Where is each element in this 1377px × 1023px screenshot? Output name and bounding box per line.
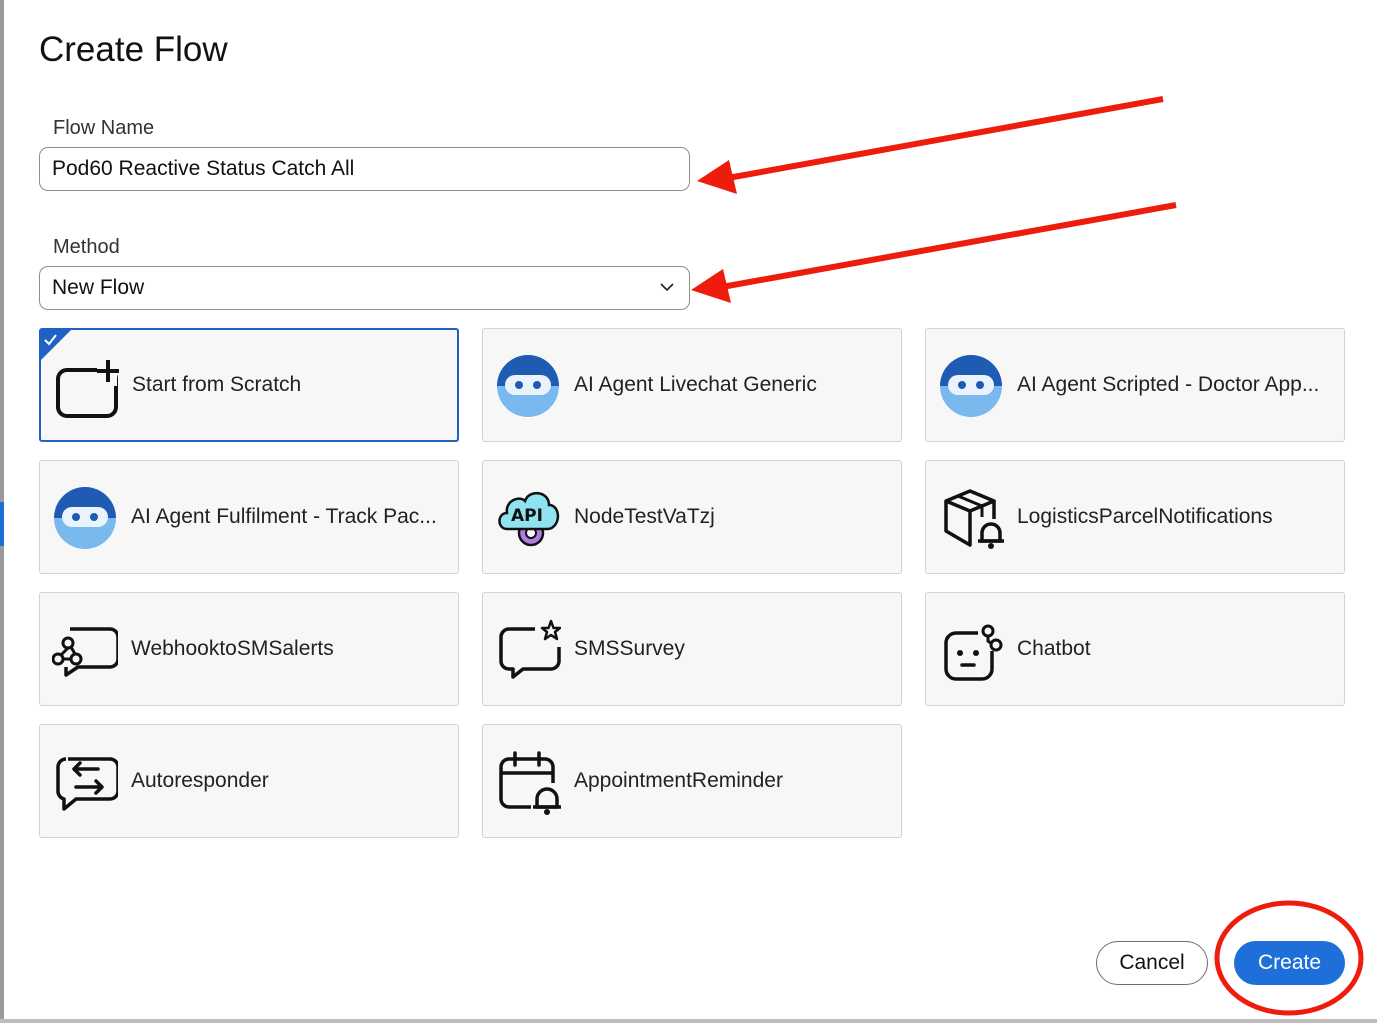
- template-card-autoresponder[interactable]: Autoresponder: [39, 724, 459, 838]
- template-card-chatbot[interactable]: Chatbot: [925, 592, 1345, 706]
- template-card-ai-agent-fulfilment[interactable]: AI Agent Fulfilment - Track Pac...: [39, 460, 459, 574]
- template-name: Chatbot: [1017, 637, 1091, 660]
- method-label: Method: [53, 236, 120, 258]
- template-card-ai-agent-scripted[interactable]: AI Agent Scripted - Doctor App...: [925, 328, 1345, 442]
- template-card-ai-agent-livechat[interactable]: AI Agent Livechat Generic: [482, 328, 902, 442]
- svg-text:API: API: [511, 506, 543, 526]
- template-name: Start from Scratch: [132, 373, 302, 396]
- template-name: WebhooktoSMSalerts: [131, 637, 334, 660]
- template-name: AppointmentReminder: [574, 769, 783, 792]
- bot-icon: [944, 624, 1003, 681]
- ai-agent-icon: [940, 355, 1002, 417]
- method-value: New Flow: [52, 276, 145, 299]
- flow-name-label: Flow Name: [53, 117, 155, 139]
- template-card-smssurvey[interactable]: SMSSurvey: [482, 592, 902, 706]
- template-name: Autoresponder: [131, 769, 269, 792]
- annotation-arrow-method: [721, 202, 1177, 290]
- chat-star-icon: [499, 619, 561, 679]
- template-card-nodetestvatzj[interactable]: API NodeTestVaTzj: [482, 460, 902, 574]
- ai-agent-icon: [54, 487, 116, 549]
- template-card-logistics-parcel[interactable]: LogisticsParcelNotifications: [925, 460, 1345, 574]
- cancel-button[interactable]: Cancel: [1096, 941, 1208, 985]
- create-button[interactable]: Create: [1234, 941, 1345, 985]
- template-name: SMSSurvey: [574, 637, 685, 660]
- calendar-bell-icon: [499, 751, 561, 815]
- parcel-bell-icon: [944, 489, 1004, 549]
- webhook-chat-icon: [52, 627, 118, 677]
- template-name: AI Agent Scripted - Doctor App...: [1017, 373, 1320, 396]
- method-select[interactable]: New Flow: [39, 266, 690, 310]
- flow-name-input[interactable]: Pod60 Reactive Status Catch All: [39, 147, 690, 191]
- ai-agent-icon: [497, 355, 559, 417]
- chevron-down-icon: [660, 283, 674, 292]
- template-name: NodeTestVaTzj: [574, 505, 715, 528]
- template-name: AI Agent Livechat Generic: [574, 373, 817, 396]
- template-card-start-from-scratch[interactable]: Start from Scratch: [39, 328, 459, 442]
- background-app-edge: [0, 0, 4, 1023]
- dialog-title: Create Flow: [39, 30, 228, 69]
- template-name: LogisticsParcelNotifications: [1017, 505, 1273, 528]
- template-card-appointment-reminder[interactable]: AppointmentReminder: [482, 724, 902, 838]
- flow-name-value: Pod60 Reactive Status Catch All: [52, 157, 355, 180]
- add-canvas-icon: [56, 360, 119, 418]
- annotation-arrow-flow-name: [727, 96, 1164, 181]
- chat-exchange-icon: [56, 757, 118, 811]
- dialog-bottom-edge: [0, 1019, 1377, 1023]
- template-card-webhook-sms[interactable]: WebhooktoSMSalerts: [39, 592, 459, 706]
- template-name: AI Agent Fulfilment - Track Pac...: [131, 505, 437, 528]
- annotation-arrowhead: [691, 269, 731, 303]
- annotation-arrowhead: [697, 160, 737, 194]
- api-cloud-icon: API: [498, 492, 560, 547]
